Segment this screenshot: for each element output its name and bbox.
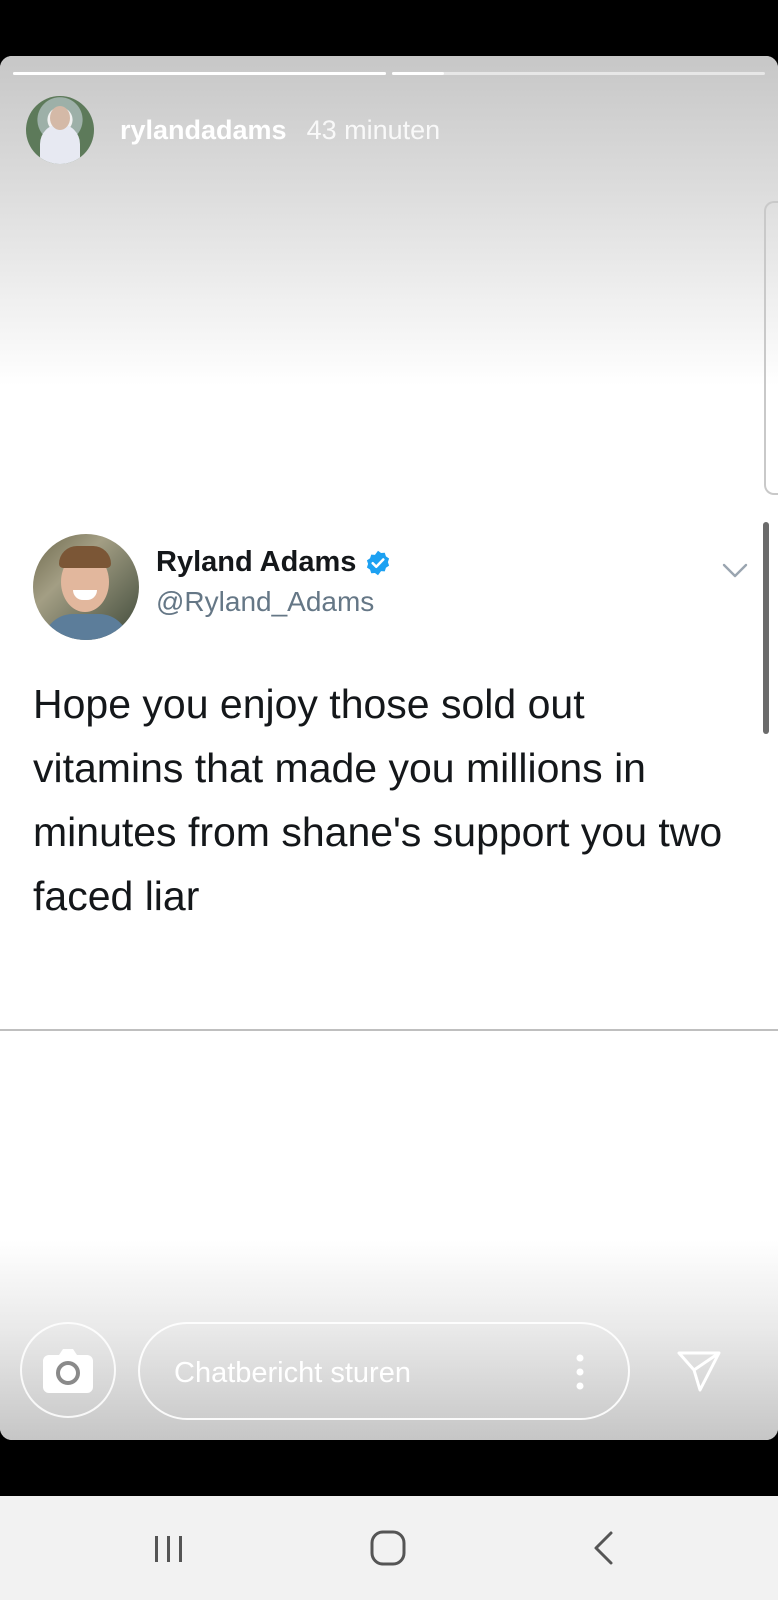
back-icon[interactable] <box>592 1530 614 1566</box>
camera-button[interactable] <box>20 1322 116 1418</box>
story-avatar[interactable] <box>26 96 94 164</box>
camera-icon <box>43 1349 93 1393</box>
recents-icon[interactable] <box>152 1532 186 1566</box>
chat-message-input[interactable]: Chatbericht sturen <box>138 1322 630 1420</box>
home-icon[interactable] <box>369 1529 407 1567</box>
story-progress-fill <box>392 72 445 75</box>
chevron-down-icon[interactable] <box>722 562 748 580</box>
send-icon[interactable] <box>676 1348 722 1394</box>
next-story-edge <box>764 201 778 495</box>
story-reply-bar: Chatbericht sturen <box>0 1320 778 1420</box>
chat-placeholder: Chatbericht sturen <box>174 1357 411 1389</box>
story-progress-fill <box>13 72 386 75</box>
tweet-avatar <box>33 534 139 640</box>
verified-badge-icon <box>367 550 390 575</box>
story-viewer[interactable]: rylandadams 43 minuten Ryland Adams @Ryl… <box>0 56 778 1440</box>
more-vertical-icon[interactable] <box>576 1354 584 1390</box>
tweet-divider <box>0 1029 778 1031</box>
tweet-scrollbar[interactable] <box>763 522 769 734</box>
story-timestamp: 43 minuten <box>306 114 441 145</box>
tweet-card: Ryland Adams @Ryland_Adams Hope you enjo… <box>0 522 778 1031</box>
story-progress-segment-2 <box>392 72 765 75</box>
tweet-author-row: Ryland Adams <box>156 546 392 579</box>
story-progress-segment-1 <box>13 72 386 75</box>
tweet-author-handle: @Ryland_Adams <box>156 586 375 617</box>
tweet-text: Hope you enjoy those sold out vitamins t… <box>33 681 723 919</box>
android-navigation-bar <box>0 1496 778 1600</box>
tweet-author-name: Ryland Adams <box>156 546 357 578</box>
story-header[interactable]: rylandadams 43 minuten <box>26 96 440 164</box>
story-username[interactable]: rylandadams <box>120 115 287 146</box>
